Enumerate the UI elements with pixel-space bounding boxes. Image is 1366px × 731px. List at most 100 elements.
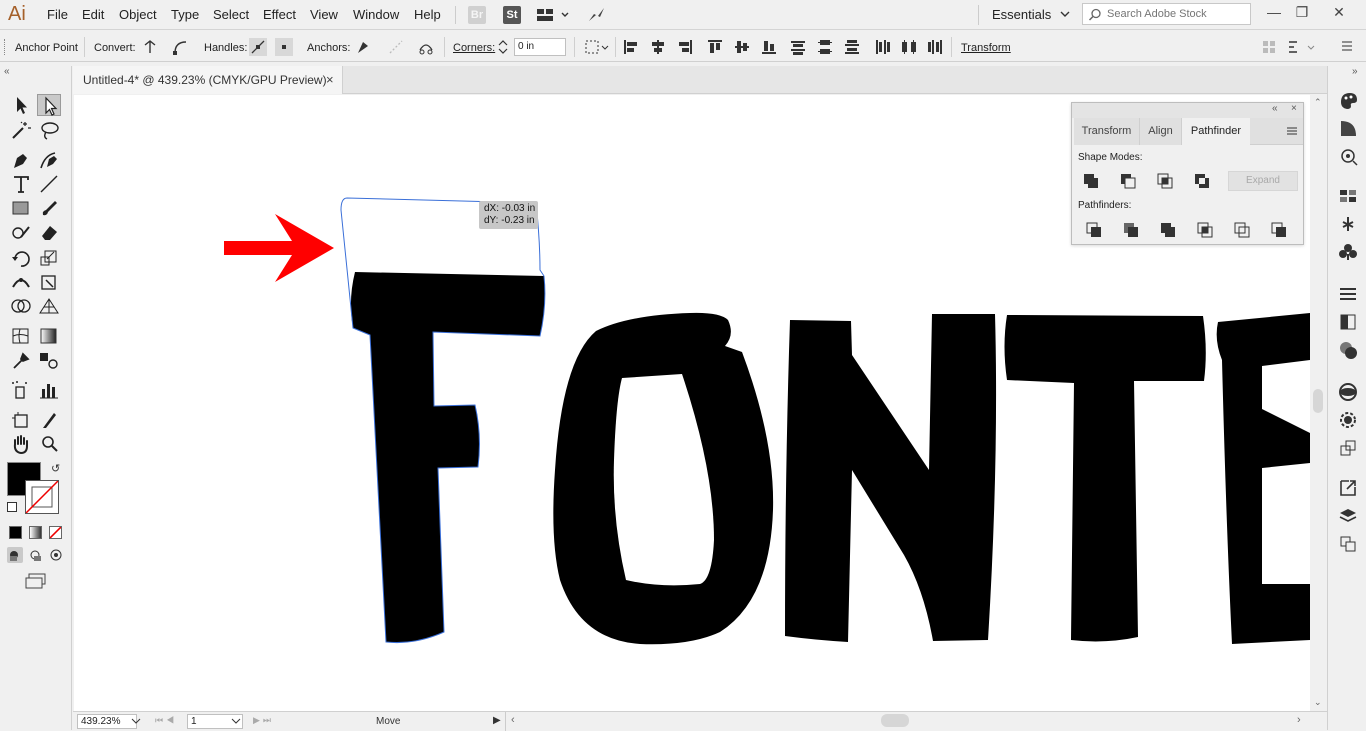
direct-selection-tool-icon[interactable] (37, 94, 61, 116)
expand-dock-icon[interactable]: » (1352, 66, 1358, 77)
stroke-swatch[interactable] (25, 480, 59, 514)
free-transform-tool-icon[interactable] (37, 271, 61, 293)
shaper-tool-icon[interactable] (9, 221, 33, 243)
stock-icon[interactable]: St (503, 6, 521, 24)
blend-tool-icon[interactable] (37, 349, 61, 371)
close-panel-icon[interactable]: × (1291, 103, 1297, 114)
exclude-icon[interactable] (1192, 171, 1214, 191)
expand-button[interactable]: Expand (1228, 171, 1298, 191)
cut-path-icon[interactable] (417, 38, 435, 56)
align-bottom-icon[interactable] (760, 38, 778, 56)
eraser-tool-icon[interactable] (37, 221, 61, 243)
corners-input[interactable]: 0 in (514, 38, 566, 56)
menu-type[interactable]: Type (171, 7, 199, 22)
gradient-panel-icon[interactable] (1338, 312, 1358, 332)
menu-select[interactable]: Select (213, 7, 249, 22)
tab-align[interactable]: Align (1140, 118, 1182, 145)
color-mode-icon[interactable] (9, 526, 22, 539)
distribute-bottom-icon[interactable] (843, 38, 861, 56)
collapse-toolbar-icon[interactable]: « (4, 66, 10, 77)
merge-icon[interactable] (1158, 220, 1180, 240)
convert-to-corner-icon[interactable] (141, 38, 159, 56)
magic-wand-tool-icon[interactable] (9, 119, 33, 141)
workspace-switcher[interactable]: Essentials (992, 7, 1071, 22)
next-last-artboard-icon[interactable]: ▶⏭ (253, 715, 274, 726)
corners-label[interactable]: Corners: (453, 42, 495, 54)
search-input[interactable] (1107, 6, 1247, 22)
width-tool-icon[interactable] (9, 271, 33, 293)
minus-back-icon[interactable] (1269, 220, 1291, 240)
minus-front-icon[interactable] (1118, 171, 1140, 191)
swap-fill-stroke-icon[interactable]: ↺ (51, 462, 60, 475)
artboard-dropdown-icon[interactable] (231, 717, 241, 725)
menu-view[interactable]: View (310, 7, 338, 22)
screen-mode-icon[interactable] (24, 572, 48, 590)
arrange-documents-icon[interactable] (536, 7, 570, 26)
export-icon[interactable] (1338, 478, 1358, 498)
scale-tool-icon[interactable] (37, 247, 61, 269)
symbol-sprayer-tool-icon[interactable] (9, 379, 33, 401)
close-document-icon[interactable]: × (326, 72, 334, 87)
transform-link[interactable]: Transform (961, 42, 1011, 54)
panel-header[interactable]: « × (1072, 103, 1303, 118)
arrange-menu-icon[interactable] (1286, 38, 1320, 56)
zoom-field[interactable]: 439.23% (77, 714, 137, 729)
color-guide-icon[interactable] (1338, 118, 1358, 138)
line-segment-tool-icon[interactable] (37, 173, 61, 195)
paintbrush-tool-icon[interactable] (37, 197, 61, 219)
graphic-styles-icon[interactable] (1338, 410, 1358, 430)
tab-pathfinder[interactable]: Pathfinder (1182, 118, 1250, 145)
first-prev-artboard-icon[interactable]: ⏮◀ (155, 715, 177, 726)
menu-effect[interactable]: Effect (263, 7, 296, 22)
gpu-performance-icon[interactable] (586, 5, 606, 28)
color-icon[interactable] (1338, 90, 1358, 110)
align-top-icon[interactable] (706, 38, 724, 56)
align-right-icon[interactable] (676, 38, 694, 56)
distribute-horizontal-center-icon[interactable] (900, 38, 918, 56)
remove-anchor-icon[interactable] (355, 38, 373, 56)
none-mode-icon[interactable] (49, 526, 62, 539)
distribute-top-icon[interactable] (789, 38, 807, 56)
panel-menu-icon[interactable] (1340, 38, 1354, 56)
zoom-dropdown-icon[interactable] (131, 717, 141, 725)
scroll-up-icon[interactable]: ⌃ (1314, 97, 1322, 108)
connect-anchors-icon[interactable] (387, 38, 405, 56)
align-horizontal-center-icon[interactable] (649, 38, 667, 56)
curvature-tool-icon[interactable] (37, 149, 61, 171)
lasso-tool-icon[interactable] (37, 119, 61, 141)
type-tool-icon[interactable] (9, 173, 33, 195)
rectangle-tool-icon[interactable] (9, 197, 33, 219)
gradient-mode-icon[interactable] (29, 526, 42, 539)
zoom-tool-icon[interactable] (37, 433, 61, 455)
stock-search-box[interactable] (1082, 3, 1251, 25)
restore-button[interactable]: ❐ (1288, 2, 1316, 24)
symbols-icon[interactable] (1338, 242, 1358, 262)
convert-to-smooth-icon[interactable] (171, 38, 189, 56)
distribute-right-icon[interactable] (926, 38, 944, 56)
scroll-down-icon[interactable]: ⌄ (1314, 697, 1322, 708)
appearance-icon[interactable] (1338, 382, 1358, 402)
distribute-left-icon[interactable] (873, 38, 891, 56)
align-to-selection-icon[interactable] (584, 38, 610, 56)
show-handles-icon[interactable] (249, 38, 267, 56)
eyedropper-tool-icon[interactable] (9, 349, 33, 371)
brushes-icon[interactable] (1338, 214, 1358, 234)
panel-menu-icon[interactable] (1286, 125, 1298, 137)
menu-help[interactable]: Help (414, 7, 441, 22)
crop-icon[interactable] (1195, 220, 1217, 240)
align-vertical-center-icon[interactable] (733, 38, 751, 56)
menu-window[interactable]: Window (353, 7, 399, 22)
menu-edit[interactable]: Edit (82, 7, 104, 22)
scroll-left-icon[interactable]: ‹ (511, 714, 515, 726)
hand-tool-icon[interactable] (9, 433, 33, 455)
draw-behind-icon[interactable] (28, 547, 44, 563)
corners-stepper-icon[interactable] (497, 38, 509, 56)
artboards-icon[interactable] (1338, 534, 1358, 554)
menu-file[interactable]: File (47, 7, 68, 22)
swatches-icon[interactable] (1338, 186, 1358, 206)
close-window-button[interactable]: ✕ (1325, 2, 1353, 24)
column-graph-tool-icon[interactable] (37, 379, 61, 401)
horizontal-scroll-thumb[interactable] (881, 714, 909, 727)
draw-inside-icon[interactable] (48, 547, 64, 563)
divide-icon[interactable] (1084, 220, 1106, 240)
